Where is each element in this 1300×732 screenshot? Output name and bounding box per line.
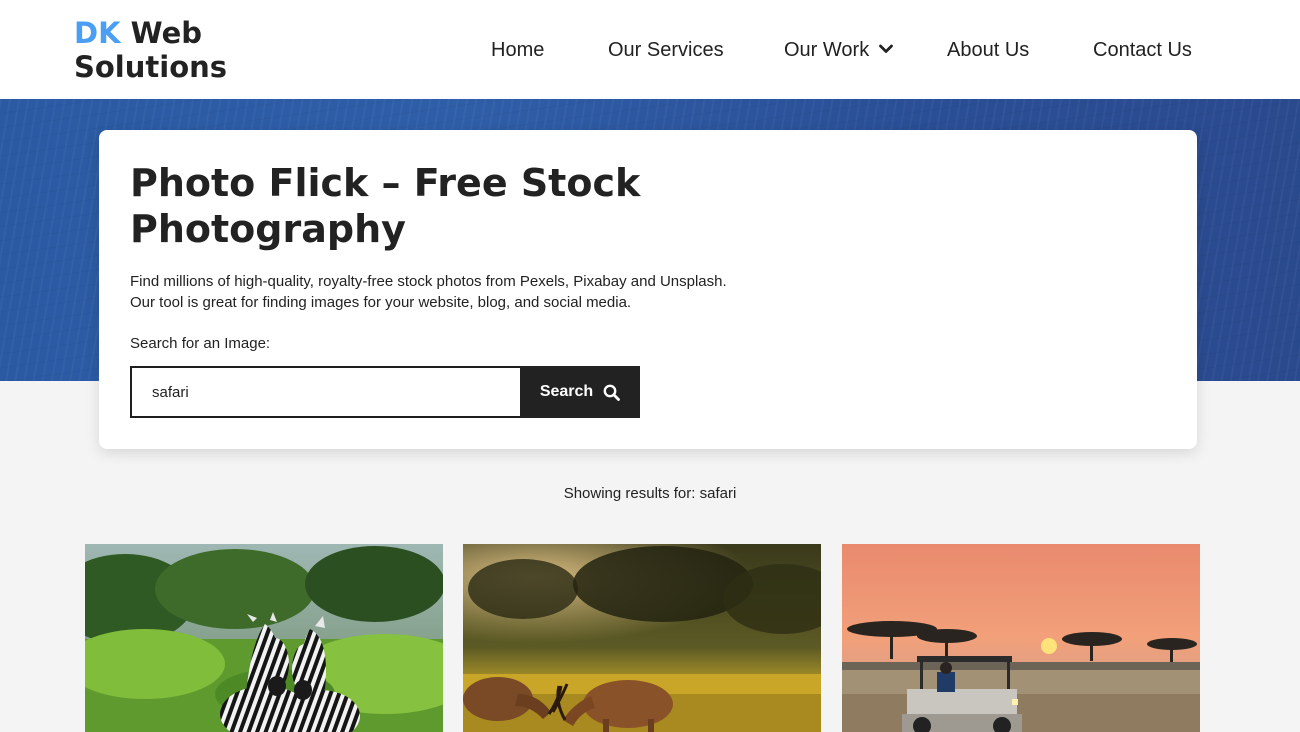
result-photo-safari-jeep[interactable] [842, 544, 1200, 732]
results-summary: Showing results for: safari [563, 485, 737, 502]
nav-our-services[interactable]: Our Services [608, 38, 724, 62]
search-label: Search for an Image: [130, 335, 271, 352]
search-button[interactable]: Search [520, 366, 640, 418]
main-nav: Home Our Services Our Work About Us Cont… [0, 38, 1300, 64]
nav-our-work[interactable]: Our Work [784, 38, 894, 62]
nav-about-us[interactable]: About Us [947, 38, 1029, 62]
safari-jeep-image [842, 544, 1200, 732]
search-icon [603, 384, 621, 401]
chevron-down-icon [879, 44, 894, 54]
search-card: Photo Flick – Free Stock Photography Fin… [99, 130, 1197, 449]
antelopes-image [463, 544, 821, 732]
nav-home[interactable]: Home [491, 38, 544, 62]
search-input[interactable] [130, 366, 521, 418]
nav-our-work-label: Our Work [784, 39, 870, 61]
search-button-label: Search [539, 383, 594, 400]
zebras-image [85, 544, 443, 732]
result-photo-zebras[interactable] [85, 544, 443, 732]
page-description: Find millions of high-quality, royalty-f… [130, 273, 727, 311]
site-header: DK Web Solutions Home Our Services Our W… [0, 0, 1300, 99]
nav-contact-us[interactable]: Contact Us [1093, 38, 1192, 62]
result-photo-antelopes[interactable] [463, 544, 821, 732]
page-title: Photo Flick – Free Stock Photography [130, 161, 641, 251]
